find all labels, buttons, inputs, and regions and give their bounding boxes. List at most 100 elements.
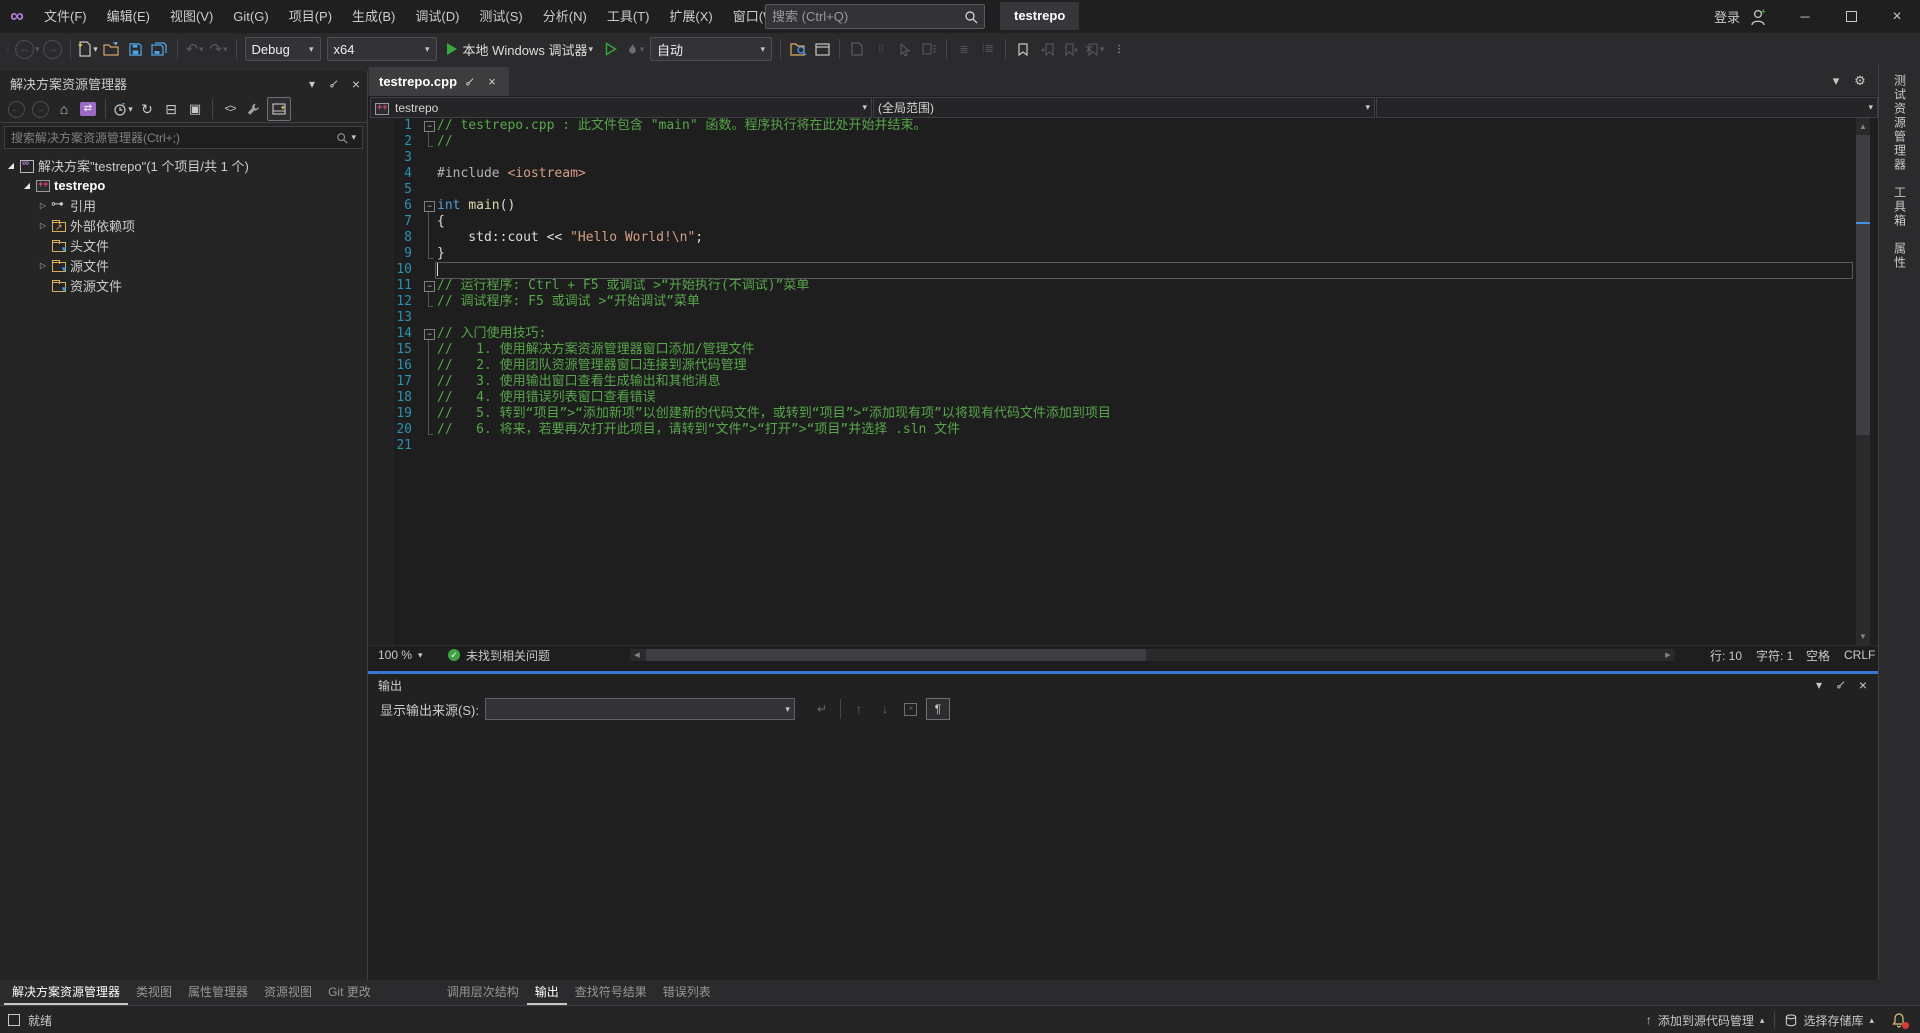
comment-lines-button[interactable]: ≣	[953, 37, 975, 61]
bottom-dock-tab[interactable]: 调用层次结构	[439, 980, 527, 1005]
left-dock-tab[interactable]: 资源视图	[256, 980, 320, 1005]
background-tasks-icon[interactable]	[8, 1014, 20, 1026]
vertical-scrollbar-thumb[interactable]	[1856, 135, 1870, 435]
navigate-to-document-button[interactable]	[846, 37, 868, 61]
menubar-item[interactable]: 编辑(E)	[97, 1, 160, 33]
menubar-item[interactable]: 文件(F)	[34, 1, 97, 33]
tab-settings-gear-icon[interactable]: ⚙	[1848, 70, 1872, 92]
quick-search-box[interactable]	[765, 4, 985, 29]
scroll-up-icon[interactable]: ▲	[1856, 118, 1870, 135]
previous-message-icon[interactable]: ↑	[848, 699, 870, 719]
bottom-dock-tab[interactable]: 输出	[527, 980, 567, 1005]
close-tab-icon[interactable]: ×	[483, 73, 501, 91]
type-scope-combo[interactable]: (全局范围) ▾	[873, 97, 1375, 118]
open-file-button[interactable]	[101, 37, 123, 61]
document-tab-testrepo-cpp[interactable]: testrepo.cpp ⊸ ×	[369, 67, 509, 96]
menubar-item[interactable]: 分析(N)	[533, 1, 597, 33]
left-dock-tab[interactable]: 类视图	[128, 980, 180, 1005]
horizontal-scrollbar-thumb[interactable]	[646, 649, 1146, 661]
bottom-dock-tab[interactable]: 查找符号结果	[567, 980, 655, 1005]
switch-views-icon[interactable]: ⇄	[77, 98, 99, 120]
toggle-bookmark-button[interactable]	[1012, 37, 1034, 61]
quick-search-input[interactable]	[766, 9, 964, 24]
solution-name-badge[interactable]: testrepo	[1000, 2, 1079, 30]
close-panel-icon[interactable]: ×	[345, 74, 367, 94]
horizontal-scrollbar[interactable]: ◀ ▶	[630, 649, 1675, 661]
collapse-all-icon[interactable]: ⊟	[160, 98, 182, 120]
intellisense-suggestion-button[interactable]: ⠿	[870, 37, 892, 61]
notifications-button[interactable]	[1884, 1007, 1914, 1033]
menubar-item[interactable]: 测试(S)	[469, 1, 532, 33]
menubar-item[interactable]: Git(G)	[223, 1, 278, 33]
menubar-item[interactable]: 生成(B)	[342, 1, 405, 33]
menubar-item[interactable]: 调试(D)	[405, 1, 469, 33]
project-scope-combo[interactable]: testrepo ▾	[370, 97, 872, 118]
output-panel-header[interactable]: 输出 ▾ ⊸ ×	[368, 674, 1878, 696]
new-window-button[interactable]	[811, 37, 833, 61]
autohide-tab[interactable]: 测试资源管理器	[1892, 74, 1909, 172]
bottom-dock-tab[interactable]: 错误列表	[655, 980, 719, 1005]
pin-tab-icon[interactable]: ⊸	[461, 73, 479, 91]
output-content[interactable]	[368, 722, 1878, 952]
menubar-item[interactable]: 工具(T)	[597, 1, 660, 33]
find-in-files-button[interactable]	[787, 37, 809, 61]
status-column-number[interactable]: 字符: 1	[1756, 646, 1793, 664]
save-button[interactable]	[125, 37, 147, 61]
close-button[interactable]: ×	[1874, 0, 1920, 33]
scroll-down-icon[interactable]: ▼	[1856, 628, 1870, 645]
start-without-debugging-button[interactable]	[600, 37, 622, 61]
tree-item-[interactable]: ▷↗外部依赖项	[0, 215, 367, 235]
output-source-combo[interactable]: ▾	[485, 698, 795, 720]
left-dock-tab[interactable]: 解决方案资源管理器	[4, 980, 128, 1005]
search-options-dropdown[interactable]: ▾	[351, 132, 356, 143]
tree-expander-icon[interactable]: ▷	[36, 221, 50, 230]
toolbar-overflow-button[interactable]: ⋮	[1108, 37, 1130, 61]
toolbar-drag-handle[interactable]: ⋮⋮	[4, 47, 10, 51]
tree-item-[interactable]: ▷▼源文件	[0, 255, 367, 275]
left-dock-tab[interactable]: Git 更改	[320, 980, 379, 1005]
document-health-indicator[interactable]: ✓ 未找到相关问题	[448, 646, 550, 664]
next-bookmark-button[interactable]	[1060, 37, 1082, 61]
output-close-icon[interactable]: ×	[1852, 675, 1874, 695]
window-position-dropdown[interactable]: ▾	[301, 74, 323, 94]
vertical-scrollbar[interactable]: ▲ ▼	[1856, 118, 1870, 645]
scroll-right-icon[interactable]: ▶	[1661, 649, 1675, 661]
sign-in-button[interactable]: 登录	[1714, 7, 1740, 26]
tree-item-testrepo11[interactable]: ◢解决方案"testrepo"(1 个项目/共 1 个)	[0, 155, 367, 175]
se-home-icon[interactable]: ⌂	[53, 98, 75, 120]
navigate-forward-button[interactable]: →	[42, 37, 64, 61]
status-line-ending[interactable]: CRLF	[1844, 646, 1875, 664]
select-repository-button[interactable]: 选择存储库 ▴	[1775, 1007, 1884, 1033]
next-message-icon[interactable]: ↓	[874, 699, 896, 719]
se-forward-icon[interactable]: →	[29, 98, 51, 120]
solution-platform-combo[interactable]: x64▾	[327, 37, 437, 61]
undo-button[interactable]: ↶▾	[184, 37, 206, 61]
format-document-button[interactable]	[918, 37, 940, 61]
maximize-button[interactable]	[1828, 0, 1874, 33]
se-back-icon[interactable]: ←	[5, 98, 27, 120]
new-project-button[interactable]: ✦ ▾	[77, 37, 99, 61]
solution-explorer-search-box[interactable]: ▾	[4, 126, 363, 149]
navigate-back-button[interactable]: ←▾	[15, 37, 40, 61]
uncomment-lines-button[interactable]: ⦙≣	[977, 37, 999, 61]
previous-bookmark-button[interactable]	[1036, 37, 1058, 61]
clear-all-output-icon[interactable]: ×	[900, 699, 922, 719]
member-scope-combo[interactable]: ▾	[1376, 97, 1878, 118]
goto-message-icon[interactable]: ↵	[811, 699, 833, 719]
redo-button[interactable]: ↷▾	[208, 37, 230, 61]
menubar-item[interactable]: 扩展(X)	[659, 1, 722, 33]
properties-wrench-icon[interactable]	[243, 98, 265, 120]
solution-explorer-search-input[interactable]	[5, 131, 336, 145]
tree-expander-icon[interactable]: ◢	[20, 181, 34, 190]
pending-changes-filter-icon[interactable]: ▾	[112, 98, 134, 120]
account-icon[interactable]: +	[1748, 8, 1768, 26]
autohide-tab[interactable]: 工具箱	[1892, 186, 1909, 228]
tree-item-[interactable]: ▼头文件	[0, 235, 367, 255]
tree-item-[interactable]: ▷引用	[0, 195, 367, 215]
left-dock-tab[interactable]: 属性管理器	[180, 980, 256, 1005]
hot-reload-mode-combo[interactable]: 自动▾	[650, 37, 772, 61]
active-files-dropdown[interactable]: ▾	[1824, 70, 1848, 92]
zoom-level-combo[interactable]: 100 % ▾	[372, 646, 429, 664]
output-pin-icon[interactable]: ⊸	[1830, 675, 1852, 695]
menubar-item[interactable]: 视图(V)	[160, 1, 223, 33]
